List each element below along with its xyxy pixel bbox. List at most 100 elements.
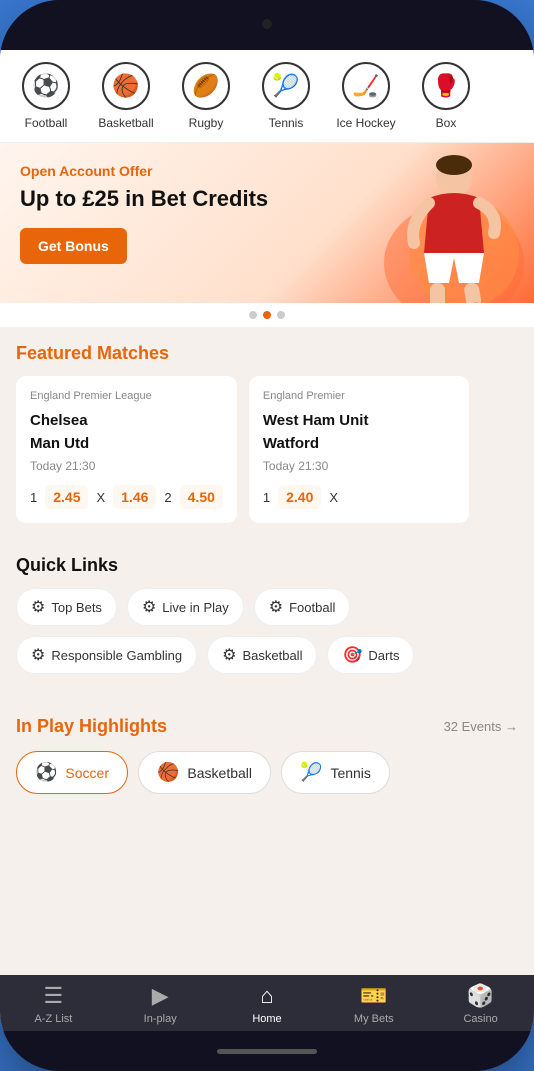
- boxing-icon: 🥊: [422, 62, 470, 110]
- nav-casino-label: Casino: [463, 1013, 497, 1025]
- ql-live-play[interactable]: ⚙ Live in Play: [127, 588, 244, 626]
- match-1-time: Today 21:30: [30, 459, 223, 473]
- nav-my-bets[interactable]: 🎫 My Bets: [344, 983, 404, 1025]
- nav-az-label: A-Z List: [34, 1013, 72, 1025]
- soccer-tab-icon: ⚽: [35, 762, 57, 783]
- nav-my-bets-label: My Bets: [354, 1013, 394, 1025]
- ql-darts[interactable]: 🎯 Darts: [327, 636, 414, 674]
- tennis-tab-label: Tennis: [330, 765, 370, 781]
- ice-hockey-icon: 🏒: [342, 62, 390, 110]
- tennis-tab-icon: 🎾: [300, 762, 322, 783]
- match-2-time: Today 21:30: [263, 459, 455, 473]
- match-card-2[interactable]: England Premier West Ham Unit Watford To…: [249, 376, 469, 523]
- sport-tennis-label: Tennis: [269, 116, 304, 130]
- match-1-odds: 1 2.45 X 1.46 2 4.50: [30, 485, 223, 509]
- match-1-team1: Chelsea: [30, 412, 88, 429]
- match-2-team2: Watford: [263, 435, 319, 452]
- ql-basketball-icon: ⚙: [222, 645, 236, 665]
- inplay-tabs: ⚽ Soccer 🏀 Basketball 🎾 Tennis: [16, 751, 518, 794]
- scroll-content[interactable]: ⚽ Football 🏀 Basketball 🏉 Rugby 🎾 Tennis…: [0, 50, 534, 975]
- nav-inplay-label: In-play: [144, 1013, 177, 1025]
- az-list-icon: ☰: [44, 983, 64, 1009]
- promo-container: Open Account Offer Up to £25 in Bet Cred…: [0, 143, 534, 327]
- inplay-title: In Play Highlights: [16, 716, 167, 737]
- match-1-teams: Chelsea Man Utd: [30, 410, 223, 455]
- phone-bottom-bar: [0, 1031, 534, 1071]
- my-bets-icon: 🎫: [360, 983, 387, 1009]
- ql-live-play-label: Live in Play: [162, 600, 228, 615]
- inplay-tab-basketball[interactable]: 🏀 Basketball: [138, 751, 271, 794]
- basketball-tab-icon: 🏀: [157, 762, 179, 783]
- ql-basketball[interactable]: ⚙ Basketball: [207, 636, 317, 674]
- quick-links-title: Quick Links: [16, 555, 518, 576]
- dot-3[interactable]: [277, 311, 285, 319]
- inplay-events-count[interactable]: 32 Events →: [444, 719, 518, 734]
- sport-rugby-label: Rugby: [189, 116, 224, 130]
- odd-label-1: 1: [30, 490, 37, 505]
- inplay-nav-icon: ▶: [152, 983, 169, 1009]
- dot-2[interactable]: [263, 311, 271, 319]
- ql-darts-label: Darts: [368, 648, 399, 663]
- ql-darts-icon: 🎯: [342, 645, 362, 665]
- phone-notch: [187, 11, 347, 39]
- sport-football[interactable]: ⚽ Football: [16, 62, 76, 130]
- ql-football[interactable]: ⚙ Football: [254, 588, 351, 626]
- phone-top-bar: [0, 0, 534, 50]
- ql-top-bets-label: Top Bets: [51, 600, 102, 615]
- ql-football-label: Football: [289, 600, 335, 615]
- home-icon: ⌂: [260, 983, 273, 1009]
- inplay-section: In Play Highlights 32 Events → ⚽ Soccer …: [0, 700, 534, 810]
- nav-inplay[interactable]: ▶ In-play: [130, 983, 190, 1025]
- odd-2-label-1: 1: [263, 490, 270, 505]
- sports-navigation: ⚽ Football 🏀 Basketball 🏉 Rugby 🎾 Tennis…: [0, 50, 534, 143]
- match-2-team1: West Ham Unit: [263, 412, 369, 429]
- tennis-icon: 🎾: [262, 62, 310, 110]
- match-2-odds: 1 2.40 X: [263, 485, 455, 509]
- quick-links-section: Quick Links ⚙ Top Bets ⚙ Live in Play ⚙ …: [0, 539, 534, 700]
- odd-2-label-x: X: [329, 490, 338, 505]
- sport-ice-hockey-label: Ice Hockey: [336, 116, 395, 130]
- match-2-league: England Premier: [263, 390, 455, 402]
- sport-basketball[interactable]: 🏀 Basketball: [96, 62, 156, 130]
- sport-tennis[interactable]: 🎾 Tennis: [256, 62, 316, 130]
- sport-ice-hockey[interactable]: 🏒 Ice Hockey: [336, 62, 396, 130]
- ql-responsible-label: Responsible Gambling: [51, 648, 182, 663]
- soccer-tab-label: Soccer: [65, 765, 109, 781]
- get-bonus-button[interactable]: Get Bonus: [20, 228, 127, 264]
- ql-football-icon: ⚙: [269, 597, 283, 617]
- odd-val-1[interactable]: 2.45: [45, 485, 88, 509]
- nav-az-list[interactable]: ☰ A-Z List: [23, 983, 83, 1025]
- featured-matches-section: Featured Matches England Premier League …: [0, 327, 534, 539]
- inplay-tab-soccer[interactable]: ⚽ Soccer: [16, 751, 128, 794]
- inplay-header: In Play Highlights 32 Events →: [16, 716, 518, 737]
- quick-links-row-2: ⚙ Responsible Gambling ⚙ Basketball 🎯 Da…: [16, 636, 518, 674]
- nav-home-label: Home: [252, 1013, 281, 1025]
- bottom-navigation: ☰ A-Z List ▶ In-play ⌂ Home 🎫 My Bets 🎲 …: [0, 975, 534, 1031]
- promo-banner: Open Account Offer Up to £25 in Bet Cred…: [0, 143, 534, 303]
- sport-rugby[interactable]: 🏉 Rugby: [176, 62, 236, 130]
- football-icon: ⚽: [22, 62, 70, 110]
- phone-frame: ⚽ Football 🏀 Basketball 🏉 Rugby 🎾 Tennis…: [0, 0, 534, 1071]
- ql-basketball-label: Basketball: [242, 648, 302, 663]
- odd-val-x[interactable]: 1.46: [113, 485, 156, 509]
- dot-1[interactable]: [249, 311, 257, 319]
- quick-links-row-1: ⚙ Top Bets ⚙ Live in Play ⚙ Football: [16, 588, 518, 626]
- sport-boxing[interactable]: 🥊 Box: [416, 62, 476, 130]
- nav-home[interactable]: ⌂ Home: [237, 983, 297, 1025]
- ql-responsible[interactable]: ⚙ Responsible Gambling: [16, 636, 197, 674]
- basketball-icon: 🏀: [102, 62, 150, 110]
- ql-live-play-icon: ⚙: [142, 597, 156, 617]
- odd-2-val-1[interactable]: 2.40: [278, 485, 321, 509]
- matches-row: England Premier League Chelsea Man Utd T…: [16, 376, 518, 523]
- match-1-team2: Man Utd: [30, 435, 89, 452]
- screen: ⚽ Football 🏀 Basketball 🏉 Rugby 🎾 Tennis…: [0, 50, 534, 1031]
- odd-val-2[interactable]: 4.50: [180, 485, 223, 509]
- odd-label-2: 2: [164, 490, 171, 505]
- casino-icon: 🎲: [467, 983, 494, 1009]
- match-card-1[interactable]: England Premier League Chelsea Man Utd T…: [16, 376, 237, 523]
- ql-top-bets[interactable]: ⚙ Top Bets: [16, 588, 117, 626]
- ql-top-bets-icon: ⚙: [31, 597, 45, 617]
- featured-matches-title: Featured Matches: [16, 343, 518, 364]
- nav-casino[interactable]: 🎲 Casino: [451, 983, 511, 1025]
- inplay-tab-tennis[interactable]: 🎾 Tennis: [281, 751, 390, 794]
